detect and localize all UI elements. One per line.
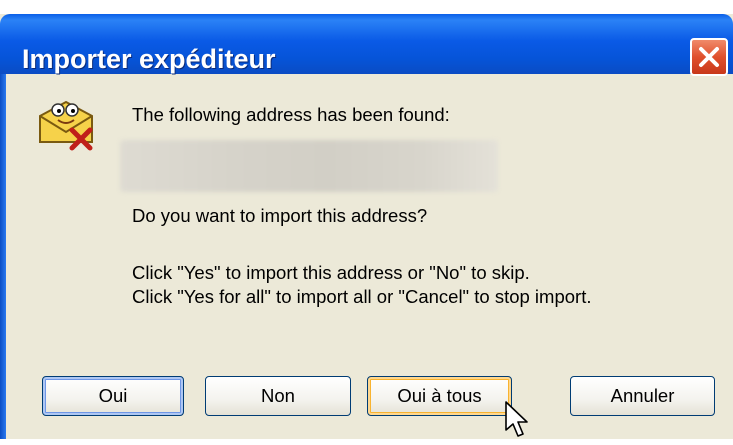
background-strip xyxy=(0,0,733,14)
title-bar[interactable]: Importer expéditeur xyxy=(0,14,733,76)
redacted-address xyxy=(120,140,498,192)
close-button[interactable] xyxy=(690,38,728,76)
cancel-button-label: Annuler xyxy=(610,385,675,406)
yes-button-label: Oui xyxy=(98,385,128,406)
dialog-window: Importer expéditeur The following addres… xyxy=(0,0,733,439)
instruction-line-1: Click "Yes" to import this address or "N… xyxy=(132,262,530,283)
yes-to-all-button-label: Oui à tous xyxy=(397,385,482,406)
cancel-button[interactable]: Annuler xyxy=(570,376,715,416)
mouse-pointer-icon xyxy=(504,400,534,440)
instruction-line-2: Click "Yes for all" to import all or "Ca… xyxy=(132,286,592,307)
import-question: Do you want to import this address? xyxy=(132,205,428,226)
mail-envelope-face-icon xyxy=(34,88,98,152)
no-button[interactable]: Non xyxy=(205,376,351,416)
window-frame-left xyxy=(0,74,6,439)
window-title: Importer expéditeur xyxy=(22,44,276,74)
yes-to-all-button[interactable]: Oui à tous xyxy=(367,376,512,416)
yes-button[interactable]: Oui xyxy=(42,376,184,416)
found-address-label: The following address has been found: xyxy=(132,104,450,125)
close-icon xyxy=(699,47,719,67)
no-button-label: Non xyxy=(261,385,295,406)
